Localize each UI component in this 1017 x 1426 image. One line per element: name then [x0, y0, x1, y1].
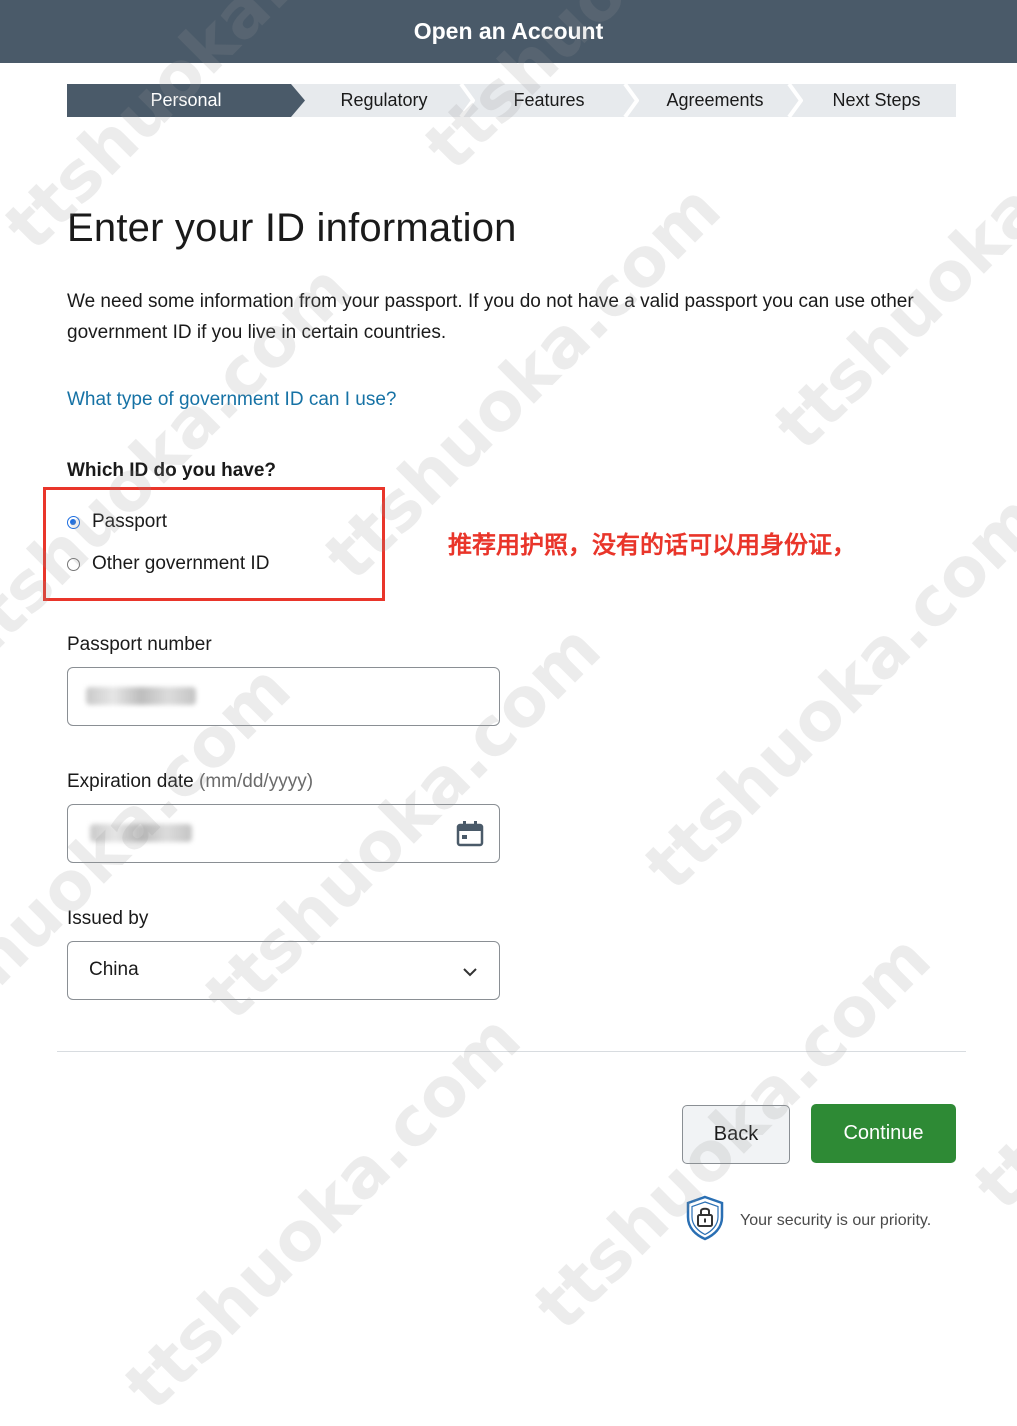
divider: [57, 1051, 966, 1052]
radio-other-government-id[interactable]: Other government ID: [67, 553, 269, 575]
date-format-hint: (mm/dd/yyyy): [199, 771, 314, 792]
id-question-legend: Which ID do you have?: [67, 460, 277, 481]
watermark: ttshuoka.com: [110, 999, 537, 1426]
continue-button[interactable]: Continue: [811, 1104, 956, 1163]
step-next-steps[interactable]: Next Steps: [797, 84, 956, 117]
intro-text: We need some information from your passp…: [67, 291, 914, 343]
radio-selected-icon[interactable]: [67, 515, 80, 529]
step-personal[interactable]: Personal: [67, 84, 305, 117]
step-label: Personal: [150, 90, 222, 110]
step-label: Next Steps: [832, 90, 921, 110]
header-title: Open an Account: [413, 18, 604, 44]
step-agreements[interactable]: Agreements: [633, 84, 797, 117]
progress-stepper: Personal Regulatory Features Agreements …: [67, 84, 956, 117]
page-title: Enter your ID information: [67, 206, 517, 250]
expiration-date-label-text: Expiration date: [67, 771, 194, 792]
issued-by-value: China: [89, 959, 139, 980]
radio-label: Passport: [92, 511, 167, 532]
redacted-value: [90, 824, 192, 842]
shield-lock-icon: [684, 1195, 726, 1246]
step-features[interactable]: Features: [469, 84, 629, 117]
radio-unselected-icon[interactable]: [67, 557, 80, 571]
radio-passport[interactable]: Passport: [67, 511, 167, 533]
step-label: Regulatory: [340, 90, 428, 110]
passport-number-input[interactable]: [67, 667, 500, 726]
expiration-date-label: Expiration date (mm/dd/yyyy): [67, 771, 313, 793]
watermark: ttshuoka.com: [960, 799, 1017, 1226]
passport-number-label: Passport number: [67, 634, 212, 655]
step-label: Features: [513, 90, 585, 110]
app-header: Open an Account: [0, 0, 1017, 63]
chevron-down-icon: [463, 964, 477, 982]
security-text: Your security is our priority.: [740, 1211, 932, 1229]
annotation-highlight-box: [43, 487, 385, 601]
security-note: Your security is our priority.: [684, 1195, 931, 1246]
government-id-help-link[interactable]: What type of government ID can I use?: [67, 389, 397, 411]
radio-label: Other government ID: [92, 553, 270, 574]
redacted-value: [86, 687, 196, 705]
back-button[interactable]: Back: [682, 1105, 790, 1164]
issued-by-select[interactable]: China: [67, 941, 500, 1000]
step-regulatory[interactable]: Regulatory: [303, 84, 465, 117]
annotation-note: 推荐用护照，没有的话可以用身份证，: [448, 531, 856, 559]
calendar-icon[interactable]: [456, 821, 484, 852]
expiration-date-input[interactable]: [67, 804, 500, 863]
step-label: Agreements: [666, 90, 764, 110]
issued-by-label: Issued by: [67, 908, 149, 929]
